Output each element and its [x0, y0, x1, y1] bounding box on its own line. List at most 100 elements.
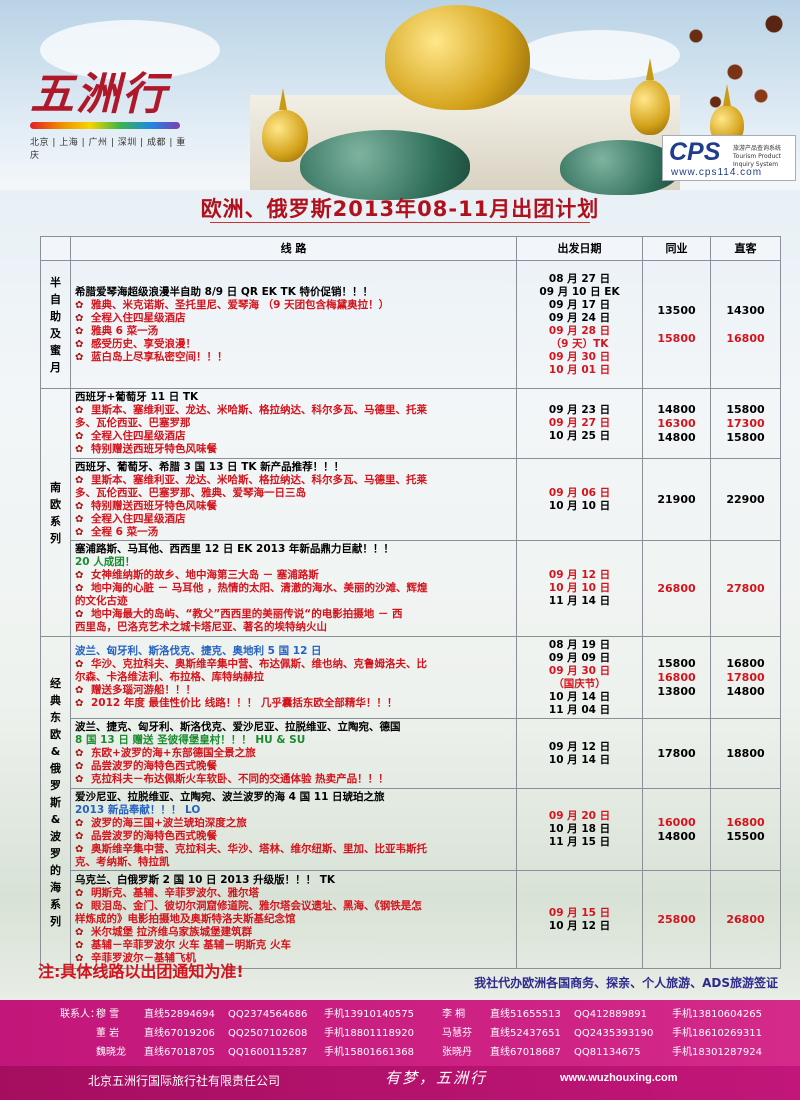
table-row: 乌克兰、白俄罗斯 2 国 10 日 2013 升级版！！！ TK ✿ 明斯克、基辅…: [41, 870, 781, 969]
contact-name: 马慧芬: [442, 1028, 472, 1039]
flower-bullet-icon: ✿: [75, 570, 84, 581]
table-row: 西班牙、葡萄牙、希腊 3 国 13 日 TK 新产品推荐！！！ ✿ 里斯本、塞维利…: [41, 458, 781, 541]
cps-subtitle: 旅游产品查询系统 Tourism Product Inquiry System: [733, 145, 782, 168]
header-peer: 同业: [642, 236, 711, 261]
peer-price-cell: 26800: [642, 540, 711, 637]
dates-cell: 09 月 20 日 10 月 18 日 11 月 15 日: [516, 788, 643, 871]
route-cell: 西班牙、葡萄牙、希腊 3 国 13 日 TK 新产品推荐！！！ ✿ 里斯本、塞维利…: [70, 458, 517, 541]
route-detail: ✿ 感受历史、享受浪漫！: [75, 337, 196, 350]
contact-name: 李 桐: [442, 1009, 466, 1020]
flower-bullet-icon: ✿: [75, 817, 84, 829]
departure-date: 09 月 24 日: [548, 311, 611, 324]
departure-note: （国庆节）: [553, 677, 606, 690]
route-detail: 西里岛，巴洛克艺术之城卡塔尼亚、著名的埃特纳火山: [75, 621, 327, 633]
contact-mobile: 手机13910140575: [324, 1009, 414, 1020]
contacts-label: 联系人：: [60, 1009, 100, 1020]
flower-bullet-icon: ✿: [75, 888, 84, 899]
flower-bullet-icon: ✿: [75, 830, 84, 842]
flower-bullet-icon: ✿: [75, 901, 84, 912]
cps-url: www.cps114.com: [671, 167, 763, 178]
peer-price: 14800: [657, 402, 696, 416]
title-underline: [210, 222, 590, 223]
contact-tel: 直线52894694: [144, 1009, 215, 1020]
flower-bullet-icon: ✿: [75, 405, 84, 416]
flower-bullet-icon: ✿: [75, 659, 84, 670]
flower-bullet-icon: ✿: [75, 748, 84, 759]
departure-date: 09 月 28 日: [548, 324, 611, 337]
contact-mobile: 手机13810604265: [672, 1009, 762, 1020]
flower-bullet-icon: ✿: [75, 312, 84, 324]
route-title: 希腊爱琴海超级浪漫半自助 8/9 日 QR EK TK 特价促销！！！: [75, 285, 373, 298]
contact-tel: 直线52437651: [490, 1028, 561, 1039]
peer-price: 13500: [657, 303, 696, 317]
route-detail: ✿ 奥斯维辛集中营、克拉科夫、华沙、塔林、维尔纽斯、里加、比亚韦斯托: [75, 842, 427, 855]
route-cell: 希腊爱琴海超级浪漫半自助 8/9 日 QR EK TK 特价促销！！！ ✿ 雅典、…: [70, 260, 517, 389]
route-cell: 波兰、匈牙利、斯洛伐克、捷克、奥地利 5 国 12 日 ✿ 华沙、克拉科夫、奥斯维…: [70, 636, 517, 719]
flower-bullet-icon: ✿: [75, 338, 84, 350]
route-detail: ✿ 特别赠送西班牙特色风味餐: [75, 499, 217, 512]
route-subtitle: 8 国 13 日 赠送 圣彼得堡皇村！！！ HU & SU: [75, 734, 306, 746]
direct-price-cell: 15800 17300 15800: [710, 388, 781, 459]
route-detail: 克、考纳斯、特拉凯: [75, 855, 170, 868]
route-detail: ✿ 品尝波罗的海特色西式晚餐: [75, 760, 217, 772]
departure-date: 09 月 15 日: [548, 906, 611, 919]
contact-qq: QQ81134675: [574, 1047, 641, 1058]
peer-price: 13800: [657, 684, 696, 698]
peer-price: 16800: [657, 670, 696, 684]
flower-bullet-icon: ✿: [75, 299, 84, 311]
route-detail: 尔森、卡洛维法利、布拉格、库特纳赫拉: [75, 671, 264, 683]
flower-bullet-icon: ✿: [75, 431, 84, 442]
route-title: 波兰、匈牙利、斯洛伐克、捷克、奥地利 5 国 12 日: [75, 645, 322, 657]
footer-slogan: 有梦，五洲行: [385, 1069, 488, 1087]
direct-price: 16800: [726, 815, 765, 829]
peer-price: 15800: [657, 656, 696, 670]
route-detail: ✿ 基辅－辛菲罗波尔 火车 基辅－明斯克 火车: [75, 939, 291, 951]
peer-price-cell: 25800: [642, 870, 711, 969]
flower-bullet-icon: ✿: [75, 927, 84, 938]
peer-price: 21900: [657, 492, 696, 506]
website-link[interactable]: www.wuzhouxing.com: [560, 1072, 678, 1084]
route-detail: 多、瓦伦西亚、巴塞罗那: [75, 417, 191, 429]
contact-row: 穆 雪 直线52894694 QQ2374564686 手机13910140575 李 …: [96, 1005, 800, 1024]
category-label: 半自助及蜜月: [50, 275, 61, 374]
contact-list: 联系人： 穆 雪 直线52894694 QQ2374564686 手机13910140…: [60, 1005, 800, 1062]
route-detail: 的文化古迹: [75, 595, 128, 607]
direct-price: 14300: [726, 303, 765, 317]
category-label: 经典东欧&俄罗斯&波罗的海系列: [50, 677, 61, 928]
direct-price-cell: 14300 16800: [710, 260, 781, 389]
route-detail: ✿ 特别赠送西班牙特色风味餐: [75, 443, 217, 455]
route-title: 乌克兰、白俄罗斯 2 国 10 日 2013 升级版！！！ TK: [75, 874, 336, 886]
flower-bullet-icon: ✿: [75, 774, 84, 785]
schedule-table: 线 路 出发日期 同业 直客 半自助及蜜月 希腊爱琴海超级浪漫半自助 8/9 日…: [40, 236, 781, 969]
flower-bullet-icon: ✿: [75, 761, 84, 772]
dates-cell: 08 月 19 日 09 月 09 日 09 月 30 日 （国庆节） 10 月…: [516, 636, 643, 719]
company-name: 北京五洲行国际旅行社有限责任公司: [88, 1074, 281, 1088]
route-cell: 波兰、捷克、匈牙利、斯洛伐克、爱沙尼亚、拉脱维亚、立陶宛、德国 8 国 13 日…: [70, 718, 517, 789]
header-route: 线 路: [70, 236, 517, 261]
route-detail: ✿ 地中海的心脏 － 马耳他 ，热情的太阳、清澈的海水、美丽的沙滩、辉煌: [75, 582, 428, 594]
table-row: 爱沙尼亚、拉脱维亚、立陶宛、波兰波罗的海 4 国 11 日琥珀之旅 2013 新…: [41, 788, 781, 871]
contact-mobile: 手机15801661368: [324, 1047, 414, 1058]
contact-name: 穆 雪: [96, 1009, 120, 1020]
contact-tel: 直线67019206: [144, 1028, 215, 1039]
direct-price-cell: 16800 17800 14800: [710, 636, 781, 719]
route-detail: ✿ 2012 年度 最佳性价比 线路！！！ 几乎囊括东欧全部精华！！！: [75, 697, 398, 709]
direct-price: 16800: [726, 331, 765, 345]
departure-date: 09 月 30 日: [548, 664, 611, 677]
contact-name: 张晓丹: [442, 1047, 472, 1058]
route-detail: ✿ 全程入住四星级酒店: [75, 512, 186, 525]
page-title: 欧洲、俄罗斯2013年08-11月出团计划: [200, 197, 600, 221]
peer-price-cell: 17800: [642, 718, 711, 789]
direct-price: 18800: [726, 746, 765, 760]
contact-name: 魏晓龙: [96, 1047, 126, 1058]
category-semi-self-guided: 半自助及蜜月: [40, 260, 71, 389]
table-row: 波兰、捷克、匈牙利、斯洛伐克、爱沙尼亚、拉脱维亚、立陶宛、德国 8 国 13 日…: [41, 718, 781, 789]
flower-bullet-icon: ✿: [75, 474, 84, 486]
brand-logo: 五洲行 北京 | 上海 | 广州 | 深圳 | 成都 | 重庆: [30, 70, 190, 161]
category-eastern-europe: 经典东欧&俄罗斯&波罗的海系列: [40, 636, 71, 969]
peer-price-cell: 21900: [642, 458, 711, 541]
direct-price: 17800: [726, 670, 765, 684]
contact-mobile: 手机18301287924: [672, 1047, 762, 1058]
contact-qq: QQ1600115287: [228, 1047, 308, 1058]
route-detail: ✿ 地中海最大的岛屿、“教父”西西里的美丽传说“的电影拍摄地 － 西: [75, 608, 403, 620]
